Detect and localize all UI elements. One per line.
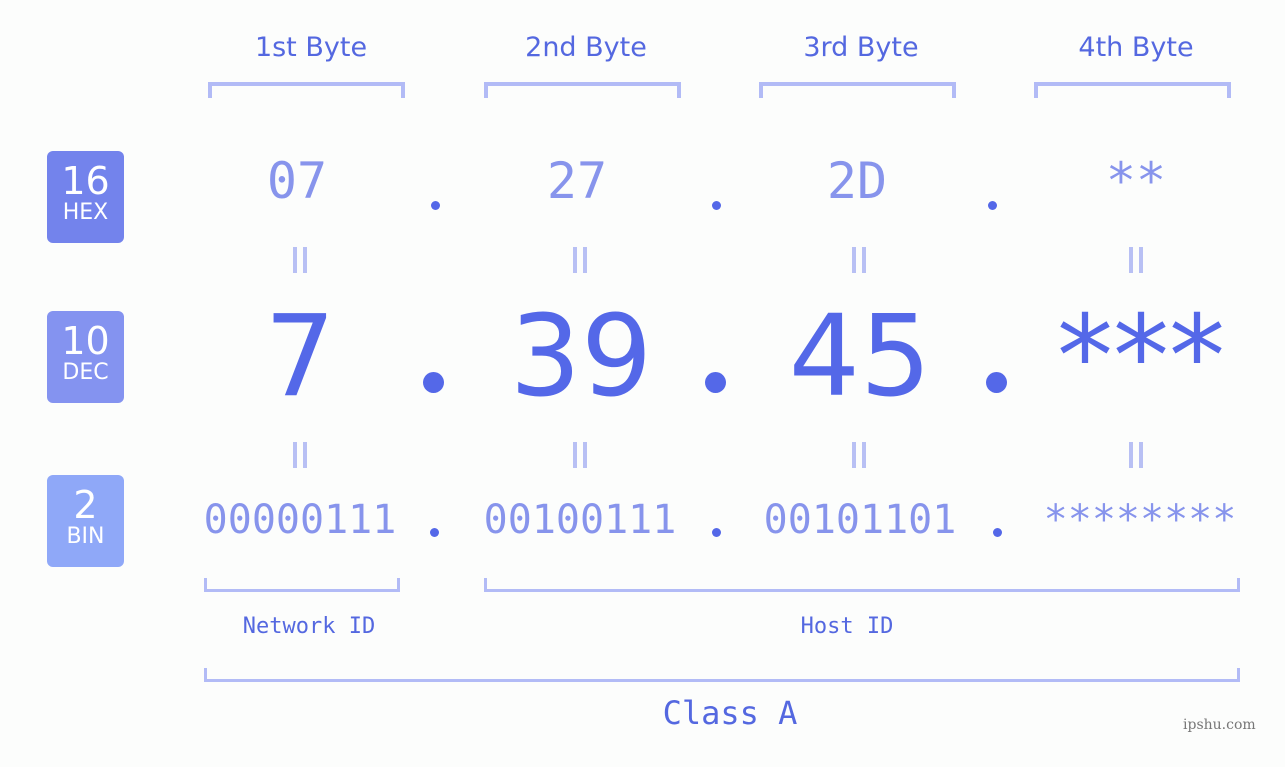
class-bracket: [204, 668, 1240, 682]
hex-value-3: 2D: [826, 152, 888, 210]
dec-value-2: 39: [509, 292, 653, 422]
network-id-bracket: [204, 578, 400, 592]
byte-bracket-4: [1034, 82, 1231, 98]
bin-value-2: 00100111: [483, 497, 677, 543]
host-id-bracket: [484, 578, 1240, 592]
bin-separator-dot-3: [993, 528, 1002, 537]
byte-header-4: 4th Byte: [1078, 32, 1194, 63]
byte-bracket-1: [208, 82, 405, 98]
byte-header-2: 2nd Byte: [525, 32, 647, 63]
byte-header-3: 3rd Byte: [803, 32, 919, 63]
hex-separator-dot-1: [431, 201, 440, 210]
bin-badge-label: BIN: [66, 524, 105, 549]
equals-icon: [293, 247, 307, 273]
hex-separator-dot-2: [712, 201, 721, 210]
dec-value-1: 7: [264, 292, 336, 422]
dec-badge-label: DEC: [62, 360, 109, 385]
bin-value-3: 00101101: [763, 497, 957, 543]
equals-icon: [573, 442, 587, 468]
bin-value-1: 00000111: [203, 497, 397, 543]
equals-icon: [1129, 442, 1143, 468]
dec-separator-dot-3: [986, 372, 1007, 393]
watermark: ipshu.com: [1183, 717, 1256, 733]
dec-badge-number: 10: [61, 319, 110, 363]
bin-separator-dot-2: [712, 528, 721, 537]
hex-value-1: 07: [266, 152, 328, 210]
hex-badge-label: HEX: [62, 200, 109, 225]
hex-badge: 16 HEX: [47, 151, 124, 243]
dec-badge: 10 DEC: [47, 311, 124, 403]
dec-separator-dot-1: [423, 372, 444, 393]
dec-value-4: ***: [1057, 292, 1225, 422]
byte-header-1: 1st Byte: [254, 32, 368, 63]
equals-icon: [293, 442, 307, 468]
equals-icon: [573, 247, 587, 273]
bin-badge-number: 2: [73, 483, 98, 527]
dec-separator-dot-2: [705, 372, 726, 393]
hex-separator-dot-3: [988, 201, 997, 210]
hex-badge-number: 16: [61, 159, 110, 203]
network-id-label: Network ID: [242, 614, 376, 639]
dec-value-3: 45: [788, 292, 932, 422]
hex-value-4: **: [1105, 152, 1167, 210]
host-id-label: Host ID: [800, 614, 894, 639]
byte-bracket-3: [759, 82, 956, 98]
equals-icon: [852, 247, 866, 273]
bin-separator-dot-1: [430, 528, 439, 537]
class-label: Class A: [662, 694, 798, 732]
byte-bracket-2: [484, 82, 681, 98]
bin-value-4: ********: [1043, 497, 1237, 543]
hex-value-2: 27: [546, 152, 608, 210]
equals-icon: [852, 442, 866, 468]
equals-icon: [1129, 247, 1143, 273]
bin-badge: 2 BIN: [47, 475, 124, 567]
